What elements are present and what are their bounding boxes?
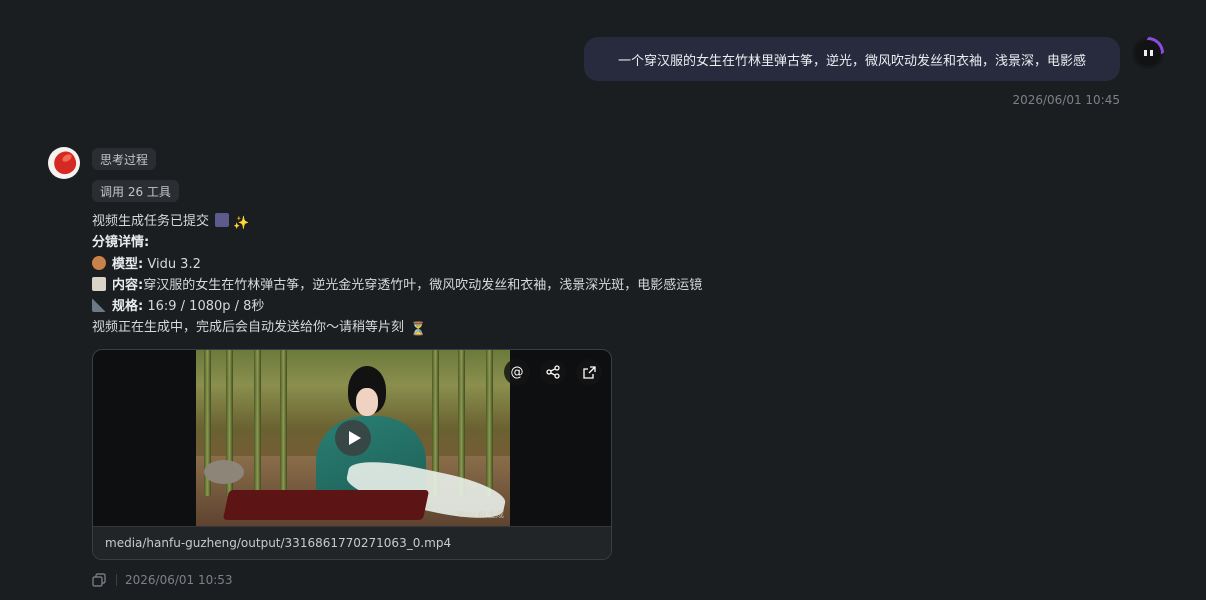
share-icon — [546, 365, 560, 379]
content-key: 内容: — [112, 277, 144, 293]
ruler-icon — [92, 298, 106, 313]
user-avatar[interactable] — [1132, 37, 1164, 69]
model-value: Vidu 3.2 — [147, 256, 201, 272]
submitted-text: 视频生成任务已提交 — [92, 214, 210, 229]
file-path-text: media/hanfu-guzheng/output/3316861770271… — [105, 536, 452, 550]
palette-icon — [92, 255, 106, 270]
share-button[interactable] — [540, 359, 566, 385]
at-icon: @ — [510, 364, 524, 380]
spec-value: 16:9 / 1080p / 8秒 — [147, 299, 265, 315]
open-external-button[interactable] — [576, 359, 602, 385]
spec-key: 规格: — [112, 299, 144, 315]
user-message-bubble: 一个穿汉服的女生在竹林里弹古筝，逆光，微风吹动发丝和衣袖，浅景深，电影感 — [584, 37, 1120, 81]
content-value: 穿汉服的女生在竹林弹古筝，逆光金光穿透竹叶，微风吹动发丝和衣袖，浅景深光斑，电影… — [143, 277, 703, 293]
assistant-message-body: 视频生成任务已提交 ✨ 分镜详情: 模型: Vidu 3.2 内容:穿汉服的女生在… — [92, 211, 702, 339]
user-message-text: 一个穿汉服的女生在竹林里弹古筝，逆光，微风吹动发丝和衣袖，浅景深，电影感 — [617, 53, 1086, 69]
play-button[interactable] — [335, 420, 371, 456]
mention-button[interactable]: @ — [504, 359, 530, 385]
assistant-avatar — [48, 147, 80, 179]
copy-icon[interactable] — [92, 573, 106, 587]
sparkles-icon: ✨ — [233, 216, 250, 231]
external-link-icon — [582, 365, 596, 379]
storyboard-title: 分镜详情: — [92, 235, 150, 251]
memo-icon — [92, 276, 106, 291]
video-file-path[interactable]: media/hanfu-guzheng/output/3316861770271… — [93, 526, 611, 559]
play-icon — [348, 431, 361, 445]
tool-calls-toggle[interactable]: 调用 26 工具 — [92, 180, 179, 202]
model-key: 模型: — [112, 256, 144, 272]
assistant-message-timestamp: 2026/06/01 10:53 — [125, 573, 233, 587]
footer-divider — [116, 574, 117, 586]
clapper-icon — [215, 213, 230, 227]
hourglass-icon: ⏳ — [410, 322, 427, 338]
status-text: 视频正在生成中，完成后会自动发送给你～请稍等片刻 — [92, 320, 405, 336]
video-watermark: Vidu AI 生成 — [457, 510, 504, 519]
video-card: Vidu AI 生成 @ media/hanfu-guzheng/output/… — [92, 349, 612, 560]
user-message-timestamp: 2026/06/01 10:45 — [1012, 93, 1120, 107]
thinking-process-toggle[interactable]: 思考过程 — [92, 148, 157, 170]
